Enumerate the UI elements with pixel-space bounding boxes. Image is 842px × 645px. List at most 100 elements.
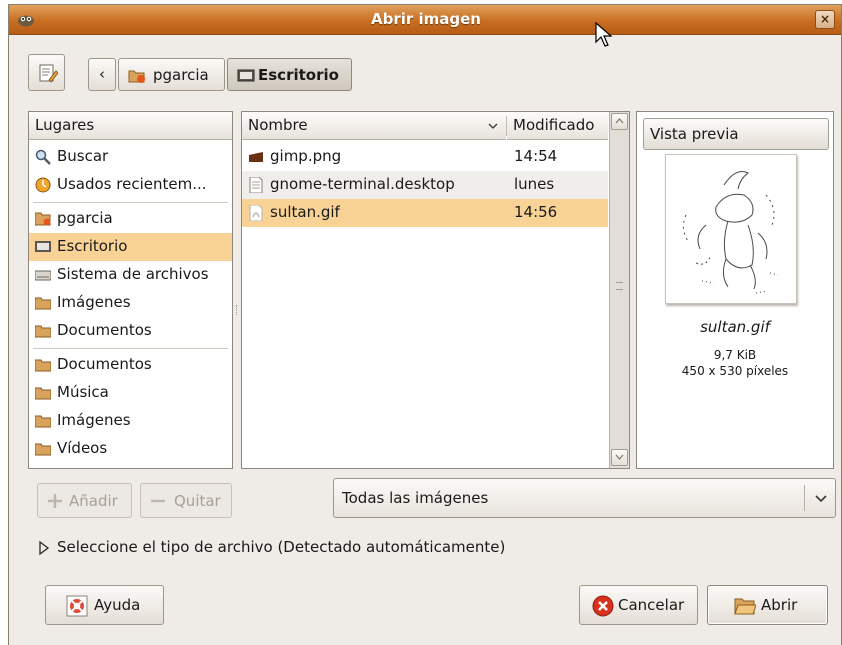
path-back-button[interactable]: ‹ xyxy=(88,58,116,91)
filter-value: Todas las imágenes xyxy=(342,489,489,507)
place-label: Música xyxy=(57,383,109,401)
type-location-button[interactable] xyxy=(28,54,65,91)
pane-resize-handle[interactable] xyxy=(236,305,238,315)
place-label: Documentos xyxy=(57,355,152,373)
drive-icon xyxy=(35,270,51,281)
breadcrumb-label: Escritorio xyxy=(258,66,339,84)
cancel-button[interactable]: Cancelar xyxy=(579,585,698,625)
places-separator xyxy=(33,202,228,203)
places-header[interactable]: Lugares xyxy=(29,112,232,140)
search-icon xyxy=(35,149,51,165)
gif-file-icon xyxy=(249,205,263,221)
desktop-icon xyxy=(237,69,255,82)
place-item-documentos[interactable]: Documentos xyxy=(29,317,232,345)
cancel-label: Cancelar xyxy=(618,596,685,614)
folder-icon xyxy=(35,387,51,400)
breadcrumb-label: pgarcia xyxy=(153,66,209,84)
vertical-scrollbar[interactable] xyxy=(609,112,629,468)
desktop-icon xyxy=(35,241,51,252)
places-separator xyxy=(33,348,228,349)
file-type-filter-select[interactable]: Todas las imágenes xyxy=(333,478,836,518)
chevron-left-icon: ‹ xyxy=(99,65,105,83)
file-modified: lunes xyxy=(514,175,555,193)
place-item-escritorio[interactable]: Escritorio xyxy=(29,233,232,261)
preview-filesize: 9,7 KiB xyxy=(713,348,757,362)
file-name: gimp.png xyxy=(270,147,342,165)
add-place-button[interactable]: Añadir xyxy=(37,483,132,518)
file-modified: 14:56 xyxy=(514,203,558,221)
place-label: Usados recientem... xyxy=(57,175,207,193)
breadcrumb-pgarcia[interactable]: pgarcia xyxy=(118,58,225,91)
scroll-grip xyxy=(616,282,623,290)
help-label: Ayuda xyxy=(94,596,141,614)
place-label: Documentos xyxy=(57,321,152,339)
preview-thumbnail xyxy=(665,154,797,304)
place-item-musica[interactable]: Música xyxy=(29,379,232,407)
preview-header-label: Vista previa xyxy=(650,125,739,143)
file-row-gimp-png[interactable]: gimp.png 14:54 xyxy=(242,143,608,171)
preview-dimensions: 450 x 530 píxeles xyxy=(681,364,789,378)
place-item-filesystem[interactable]: Sistema de archivos xyxy=(29,261,232,289)
edit-location-icon xyxy=(39,64,58,83)
file-list: Nombre Modificado gimp.png 14:54 gnome-t… xyxy=(241,111,630,469)
place-item-imagenes-2[interactable]: Imágenes xyxy=(29,407,232,435)
recent-icon xyxy=(35,177,51,193)
column-header-modified[interactable]: Modificado xyxy=(507,112,608,140)
expander-label: Seleccione el tipo de archivo (Detectado… xyxy=(57,538,506,556)
open-folder-icon xyxy=(734,598,756,615)
add-place-label: Añadir xyxy=(69,492,118,510)
expander-triangle-icon[interactable] xyxy=(39,541,49,555)
sultan-drawing-icon xyxy=(682,171,779,294)
folder-icon xyxy=(35,297,51,310)
home-folder-icon xyxy=(128,70,145,83)
open-button[interactable]: Abrir xyxy=(707,585,828,625)
place-item-buscar[interactable]: Buscar xyxy=(29,143,232,171)
title-bar[interactable]: Abrir imagen × xyxy=(9,5,841,35)
folder-icon xyxy=(35,415,51,428)
cancel-icon xyxy=(592,595,614,617)
scroll-up-icon[interactable] xyxy=(611,113,628,130)
place-label: Buscar xyxy=(57,147,109,165)
file-modified: 14:54 xyxy=(514,147,558,165)
column-separator xyxy=(506,116,507,136)
place-label: Vídeos xyxy=(57,439,108,457)
file-type-expander[interactable]: Seleccione el tipo de archivo (Detectado… xyxy=(57,538,505,556)
close-button[interactable]: × xyxy=(815,10,835,29)
home-folder-icon xyxy=(35,212,51,226)
preview-header: Vista previa xyxy=(643,118,829,150)
column-name-label: Nombre xyxy=(248,116,308,134)
folder-icon xyxy=(35,359,51,372)
remove-place-button[interactable]: Quitar xyxy=(140,483,232,518)
place-item-documentos-2[interactable]: Documentos xyxy=(29,351,232,379)
open-image-dialog: Abrir imagen × ‹ pgarcia Escritorio Luga… xyxy=(8,4,842,645)
place-item-imagenes[interactable]: Imágenes xyxy=(29,289,232,317)
place-item-pgarcia[interactable]: pgarcia xyxy=(29,205,232,233)
place-label: Imágenes xyxy=(57,293,131,311)
remove-place-label: Quitar xyxy=(174,492,221,510)
place-label: Escritorio xyxy=(57,237,128,255)
breadcrumb-escritorio[interactable]: Escritorio xyxy=(227,58,352,91)
image-file-icon xyxy=(249,152,263,162)
sort-chevron-down-icon xyxy=(488,123,498,129)
place-item-recent[interactable]: Usados recientem... xyxy=(29,171,232,199)
scroll-down-icon[interactable] xyxy=(611,449,628,466)
text-file-icon xyxy=(249,177,263,193)
place-item-videos[interactable]: Vídeos xyxy=(29,435,232,463)
place-label: Imágenes xyxy=(57,411,131,429)
column-header-name[interactable]: Nombre xyxy=(242,112,506,140)
help-button[interactable]: Ayuda xyxy=(45,585,164,625)
preview-filename: sultan.gif xyxy=(700,318,770,336)
window-title: Abrir imagen xyxy=(371,10,481,28)
column-modified-label: Modificado xyxy=(513,116,595,134)
file-name: sultan.gif xyxy=(270,203,340,221)
place-label: Sistema de archivos xyxy=(57,265,209,283)
preview-panel: Vista previa sultan.gif 9,7 KiB 450 x 53… xyxy=(636,111,834,469)
folder-icon xyxy=(35,443,51,456)
file-row-sultan-gif[interactable]: sultan.gif 14:56 xyxy=(242,199,608,227)
combo-separator xyxy=(804,485,805,511)
file-row-gnome-terminal[interactable]: gnome-terminal.desktop lunes xyxy=(242,171,608,199)
places-header-label: Lugares xyxy=(35,116,95,134)
plus-icon xyxy=(48,494,62,508)
close-icon: × xyxy=(819,12,831,26)
place-label: pgarcia xyxy=(57,209,113,227)
